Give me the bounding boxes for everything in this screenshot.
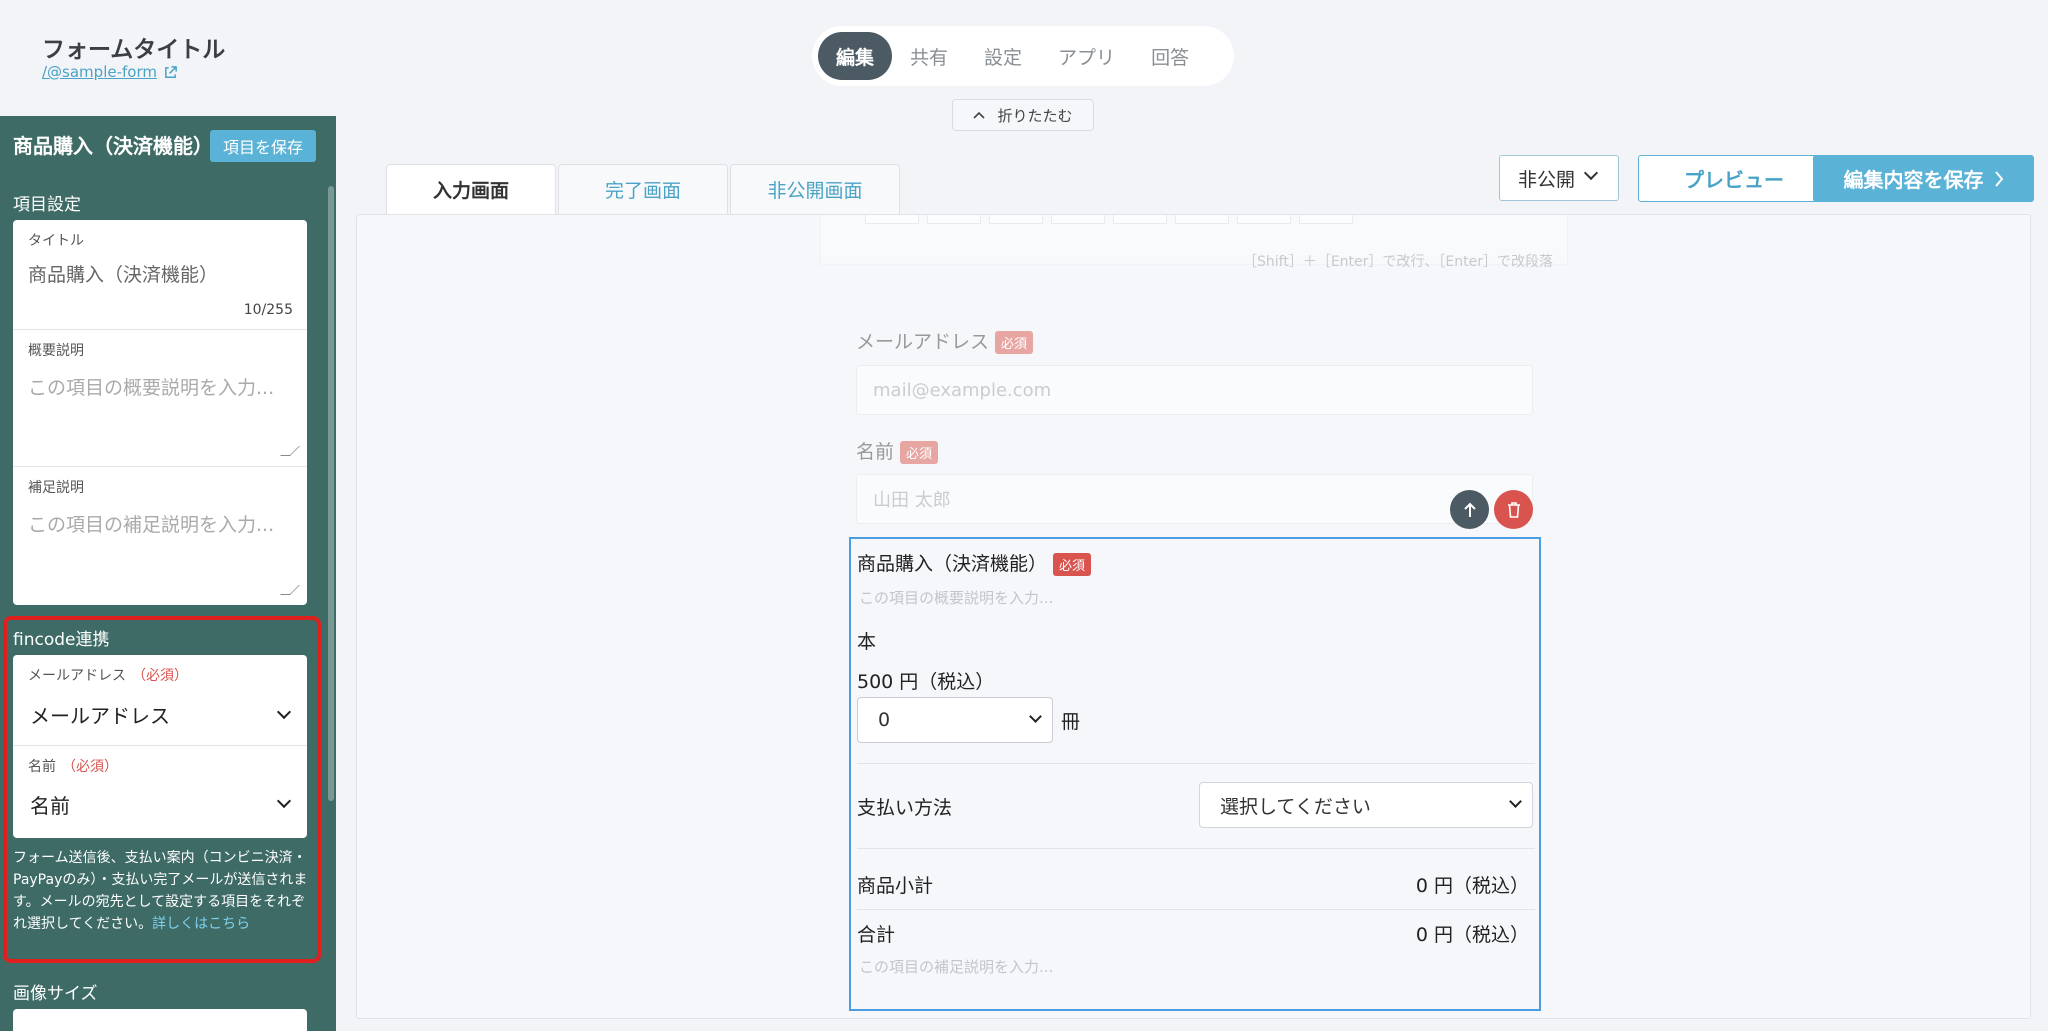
quantity-unit: 冊 (1061, 711, 1081, 733)
chevron-right-icon (1994, 170, 2003, 187)
payment-method-label: 支払い方法 (857, 797, 953, 819)
summary-label: 概要説明 (28, 343, 84, 359)
total-label: 合計 (857, 924, 896, 946)
move-up-button[interactable] (1450, 490, 1489, 529)
form-title: フォームタイトル (42, 37, 226, 63)
product-item-name: 本 (857, 631, 877, 653)
fincode-card: メールアドレス （必須） メールアドレス 名前 （必須） 名前 (13, 655, 307, 838)
product-summary-placeholder: この項目の概要説明を入力... (859, 589, 1054, 607)
toolbar-button[interactable] (1051, 215, 1105, 224)
collapse-label: 折りたたむ (997, 106, 1073, 125)
delete-button[interactable] (1494, 490, 1533, 529)
chevron-down-icon (1029, 710, 1042, 723)
tab-private-screen[interactable]: 非公開画面 (730, 164, 900, 214)
tab-complete-screen[interactable]: 完了画面 (558, 164, 728, 214)
fincode-name-field[interactable]: 名前 （必須） 名前 (13, 746, 307, 838)
toolbar-button[interactable] (927, 215, 981, 224)
resize-handle-icon[interactable] (280, 446, 300, 456)
visibility-value: 非公開 (1518, 168, 1576, 191)
chevron-up-icon (973, 111, 986, 119)
fincode-name-select[interactable]: 名前 (30, 790, 70, 819)
summary-field[interactable]: 概要説明 この項目の概要説明を入力... (13, 330, 307, 467)
supplement-textarea[interactable]: この項目の補足説明を入力... (28, 510, 274, 537)
toolbar-button[interactable] (1299, 215, 1353, 224)
item-settings-label: 項目設定 (13, 195, 81, 215)
toolbar-hint: ［Shift］＋［Enter］で改行、［Enter］で改段落 (1243, 254, 1553, 270)
title-input[interactable]: 商品購入（決済機能） (28, 260, 218, 287)
form-url-text[interactable]: /@sample-form (42, 63, 157, 81)
divider (857, 848, 1535, 849)
product-price: 500 円（税込） (857, 671, 995, 693)
tab-edit[interactable]: 編集 (818, 32, 893, 80)
product-supplement-placeholder: この項目の補足説明を入力... (859, 958, 1054, 976)
form-url-link[interactable]: /@sample-form (42, 63, 178, 81)
fincode-email-field[interactable]: メールアドレス （必須） メールアドレス (13, 655, 307, 746)
learn-more-link[interactable]: 詳しくはこちら (152, 916, 250, 932)
title-char-count: 10/255 (243, 302, 293, 318)
collapse-button[interactable]: 折りたたむ (952, 99, 1094, 131)
tab-responses[interactable]: 回答 (1133, 32, 1207, 80)
quantity-select[interactable]: 0 (857, 697, 1053, 743)
email-field-label: メールアドレス 必須 (856, 327, 1034, 354)
name-field-label: 名前 必須 (856, 437, 939, 464)
toolbar-button[interactable] (1237, 215, 1291, 224)
save-edits-button[interactable]: 編集内容を保存 (1813, 155, 2034, 202)
main-nav-tabs: 編集 共有 設定 アプリ 回答 (812, 26, 1234, 86)
required-badge: 必須 (995, 331, 1034, 354)
toolbar-button[interactable] (865, 215, 919, 224)
tab-input-screen[interactable]: 入力画面 (386, 164, 556, 214)
divider (857, 763, 1535, 764)
quantity-value: 0 (878, 709, 891, 731)
visibility-select[interactable]: 非公開 (1499, 155, 1619, 201)
sidebar-scrollbar[interactable] (328, 186, 334, 801)
image-size-label: 画像サイズ (13, 984, 98, 1004)
subtotal-value: 0 円（税込） (1415, 875, 1529, 897)
toolbar-button[interactable] (1175, 215, 1229, 224)
chevron-down-icon (276, 704, 292, 720)
save-item-button[interactable]: 項目を保存 (210, 130, 316, 162)
chevron-down-icon (1583, 165, 1599, 181)
required-badge: 必須 (1053, 553, 1092, 576)
product-title: 商品購入（決済機能） 必須 (857, 549, 1092, 576)
email-input[interactable]: mail@example.com (856, 365, 1533, 415)
save-edits-label: 編集内容を保存 (1843, 168, 1984, 192)
payment-method-value: 選択してください (1220, 795, 1371, 818)
chevron-down-icon (276, 793, 292, 809)
resize-handle-icon[interactable] (280, 585, 300, 595)
sidebar-heading: 商品購入（決済機能） (13, 134, 213, 158)
tab-apps[interactable]: アプリ (1040, 32, 1133, 80)
title-field[interactable]: タイトル 商品購入（決済機能） 10/255 (13, 220, 307, 330)
title-label: タイトル (28, 233, 84, 249)
required-mark: （必須） (62, 759, 118, 775)
fincode-email-select[interactable]: メールアドレス (30, 700, 170, 729)
chevron-down-icon (1509, 795, 1522, 808)
image-size-card[interactable] (13, 1009, 307, 1031)
toolbar-button[interactable] (989, 215, 1043, 224)
name-input[interactable]: 山田 太郎 (856, 474, 1533, 524)
supplement-label: 補足説明 (28, 480, 84, 496)
fincode-label: fincode連携 (13, 630, 110, 650)
required-mark: （必須） (132, 668, 188, 684)
item-settings-card: タイトル 商品購入（決済機能） 10/255 概要説明 この項目の概要説明を入力… (13, 220, 307, 605)
external-link-icon (165, 65, 177, 78)
payment-method-select[interactable]: 選択してください (1199, 782, 1533, 828)
arrow-up-icon (1463, 502, 1476, 517)
trash-icon (1507, 501, 1520, 518)
page-tabs: 入力画面 完了画面 非公開画面 (386, 164, 900, 214)
preview-button[interactable]: プレビュー (1638, 155, 1830, 202)
divider (857, 909, 1535, 910)
toolbar-button[interactable] (1113, 215, 1167, 224)
item-settings-sidebar: 商品購入（決済機能） 項目を保存 項目設定 タイトル 商品購入（決済機能） 10… (0, 116, 336, 1031)
fincode-name-label: 名前 （必須） (28, 759, 118, 775)
required-badge: 必須 (900, 441, 939, 464)
tab-settings[interactable]: 設定 (966, 32, 1040, 80)
fincode-email-label: メールアドレス （必須） (28, 668, 188, 684)
total-value: 0 円（税込） (1415, 924, 1529, 946)
tab-share[interactable]: 共有 (892, 32, 966, 80)
product-purchase-block[interactable]: 商品購入（決済機能） 必須 この項目の概要説明を入力... 本 500 円（税込）… (849, 537, 1541, 1011)
subtotal-label: 商品小計 (857, 875, 934, 897)
supplement-field[interactable]: 補足説明 この項目の補足説明を入力... (13, 467, 307, 605)
summary-textarea[interactable]: この項目の概要説明を入力... (28, 373, 274, 400)
fincode-note: フォーム送信後、支払い案内（コンビニ決済・PayPayのみ）・支払い完了メールが… (13, 850, 308, 932)
